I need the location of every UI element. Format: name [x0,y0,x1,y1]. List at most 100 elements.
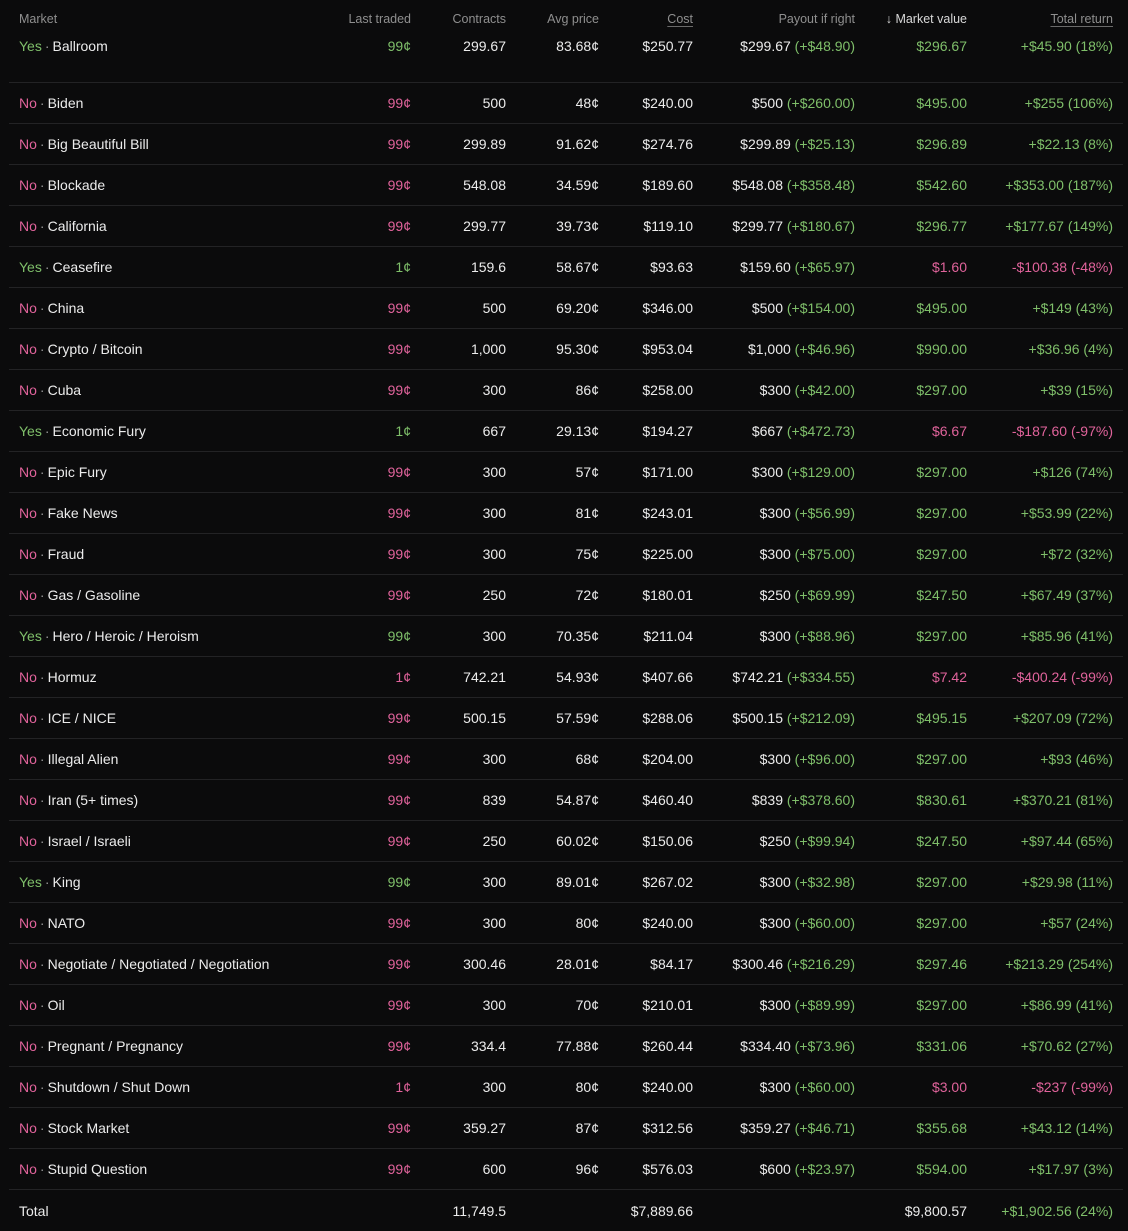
market-cell[interactable]: No·Pregnant / Pregnancy [9,1026,319,1067]
separator-dot: · [37,300,48,316]
last-traded-price: 99¢ [319,124,421,165]
table-row[interactable]: No·Gas / Gasoline99¢25072¢$180.01$250 (+… [9,575,1123,616]
market-cell[interactable]: No·Crypto / Bitcoin [9,329,319,370]
market-value: $247.50 [865,821,977,862]
market-cell[interactable]: No·Stock Market [9,1108,319,1149]
cost-value: $460.40 [609,780,703,821]
market-cell[interactable]: No·Big Beautiful Bill [9,124,319,165]
payout-value: $667 [752,423,783,439]
market-cell[interactable]: No·Israel / Israeli [9,821,319,862]
table-row[interactable]: No·Illegal Alien99¢30068¢$204.00$300 (+$… [9,739,1123,780]
avg-price: 80¢ [516,1067,609,1108]
column-header-cost[interactable]: Cost [609,0,703,38]
payout-value: $300 [760,997,791,1013]
payout-value: $159.60 [740,259,791,275]
cost-value: $407.66 [609,657,703,698]
contracts-count: 500 [421,288,516,329]
column-header-payout[interactable]: Payout if right [703,0,865,38]
market-cell[interactable]: No·Stupid Question [9,1149,319,1190]
position-side: No [19,1120,37,1136]
market-value: $297.00 [865,493,977,534]
table-row[interactable]: No·Negotiate / Negotiated / Negotiation9… [9,944,1123,985]
table-row[interactable]: Yes·Ceasefire1¢159.658.67¢$93.63$159.60 … [9,247,1123,288]
payout-value: $300 [760,874,791,890]
market-cell[interactable]: No·California [9,206,319,247]
table-row[interactable]: No·Biden99¢50048¢$240.00$500 (+$260.00)$… [9,83,1123,124]
table-row[interactable]: No·Epic Fury99¢30057¢$171.00$300 (+$129.… [9,452,1123,493]
table-row[interactable]: No·Shutdown / Shut Down1¢30080¢$240.00$3… [9,1067,1123,1108]
table-row[interactable]: No·Hormuz1¢742.2154.93¢$407.66$742.21 (+… [9,657,1123,698]
market-cell[interactable]: No·China [9,288,319,329]
table-row[interactable]: Yes·Ballroom99¢299.6783.68¢$250.77$299.6… [9,38,1123,83]
table-row[interactable]: No·Iran (5+ times)99¢83954.87¢$460.40$83… [9,780,1123,821]
cost-value: $250.77 [609,38,703,83]
table-row[interactable]: Yes·Economic Fury1¢66729.13¢$194.27$667 … [9,411,1123,452]
positions-table: Market Last traded Contracts Avg price C… [9,0,1123,1231]
position-side: No [19,1161,37,1177]
table-row[interactable]: No·Stock Market99¢359.2787¢$312.56$359.2… [9,1108,1123,1149]
avg-price: 89.01¢ [516,862,609,903]
table-row[interactable]: No·China99¢50069.20¢$346.00$500 (+$154.0… [9,288,1123,329]
contracts-count: 1,000 [421,329,516,370]
avg-price: 70¢ [516,985,609,1026]
market-cell[interactable]: No·Negotiate / Negotiated / Negotiation [9,944,319,985]
market-cell[interactable]: Yes·Ballroom [9,38,319,83]
market-cell[interactable]: No·Fake News [9,493,319,534]
separator-dot: · [37,382,48,398]
table-row[interactable]: Yes·King99¢30089.01¢$267.02$300 (+$32.98… [9,862,1123,903]
market-cell[interactable]: No·Blockade [9,165,319,206]
column-header-market[interactable]: Market [9,0,319,38]
market-cell[interactable]: Yes·Ceasefire [9,247,319,288]
column-header-total-return[interactable]: Total return [977,0,1123,38]
table-row[interactable]: No·Pregnant / Pregnancy99¢334.477.88¢$26… [9,1026,1123,1067]
market-cell[interactable]: No·ICE / NICE [9,698,319,739]
market-cell[interactable]: No·Gas / Gasoline [9,575,319,616]
table-row[interactable]: No·Oil99¢30070¢$210.01$300 (+$89.99)$297… [9,985,1123,1026]
last-traded-price: 1¢ [319,1067,421,1108]
table-row[interactable]: No·California99¢299.7739.73¢$119.10$299.… [9,206,1123,247]
cost-value: $150.06 [609,821,703,862]
table-row[interactable]: No·Fraud99¢30075¢$225.00$300 (+$75.00)$2… [9,534,1123,575]
market-cell[interactable]: No·Hormuz [9,657,319,698]
market-cell[interactable]: No·Iran (5+ times) [9,780,319,821]
market-value: $297.00 [865,862,977,903]
separator-dot: · [37,792,48,808]
avg-price: 96¢ [516,1149,609,1190]
market-value: $331.06 [865,1026,977,1067]
table-row[interactable]: Yes·Hero / Heroic / Heroism99¢30070.35¢$… [9,616,1123,657]
market-cell[interactable]: No·Cuba [9,370,319,411]
cost-header-label: Cost [667,12,693,26]
column-header-avg-price[interactable]: Avg price [516,0,609,38]
position-side: No [19,669,37,685]
total-payout [703,1190,865,1231]
position-side: No [19,1038,37,1054]
column-header-last-traded[interactable]: Last traded [319,0,421,38]
payout-gain: (+$378.60) [787,792,855,808]
market-cell[interactable]: No·NATO [9,903,319,944]
market-cell[interactable]: No·Oil [9,985,319,1026]
table-row[interactable]: No·Cuba99¢30086¢$258.00$300 (+$42.00)$29… [9,370,1123,411]
market-cell[interactable]: Yes·Hero / Heroic / Heroism [9,616,319,657]
market-cell[interactable]: Yes·King [9,862,319,903]
market-cell[interactable]: No·Illegal Alien [9,739,319,780]
table-row[interactable]: No·Big Beautiful Bill99¢299.8991.62¢$274… [9,124,1123,165]
market-value: $297.00 [865,534,977,575]
market-cell[interactable]: No·Fraud [9,534,319,575]
market-cell[interactable]: No·Shutdown / Shut Down [9,1067,319,1108]
market-cell[interactable]: No·Epic Fury [9,452,319,493]
table-row[interactable]: No·ICE / NICE99¢500.1557.59¢$288.06$500.… [9,698,1123,739]
table-row[interactable]: No·Blockade99¢548.0834.59¢$189.60$548.08… [9,165,1123,206]
table-row[interactable]: No·Fake News99¢30081¢$243.01$300 (+$56.9… [9,493,1123,534]
cost-value: $267.02 [609,862,703,903]
table-row[interactable]: No·Israel / Israeli99¢25060.02¢$150.06$2… [9,821,1123,862]
market-cell[interactable]: No·Biden [9,83,319,124]
last-traded-price: 99¢ [319,821,421,862]
table-row[interactable]: No·Crypto / Bitcoin99¢1,00095.30¢$953.04… [9,329,1123,370]
table-row[interactable]: No·NATO99¢30080¢$240.00$300 (+$60.00)$29… [9,903,1123,944]
market-value: $1.60 [865,247,977,288]
column-header-market-value[interactable]: ↓ Market value [865,0,977,38]
column-header-contracts[interactable]: Contracts [421,0,516,38]
table-row[interactable]: No·Stupid Question99¢60096¢$576.03$600 (… [9,1149,1123,1190]
market-cell[interactable]: Yes·Economic Fury [9,411,319,452]
total-return-value: +$126 (74%) [977,452,1123,493]
